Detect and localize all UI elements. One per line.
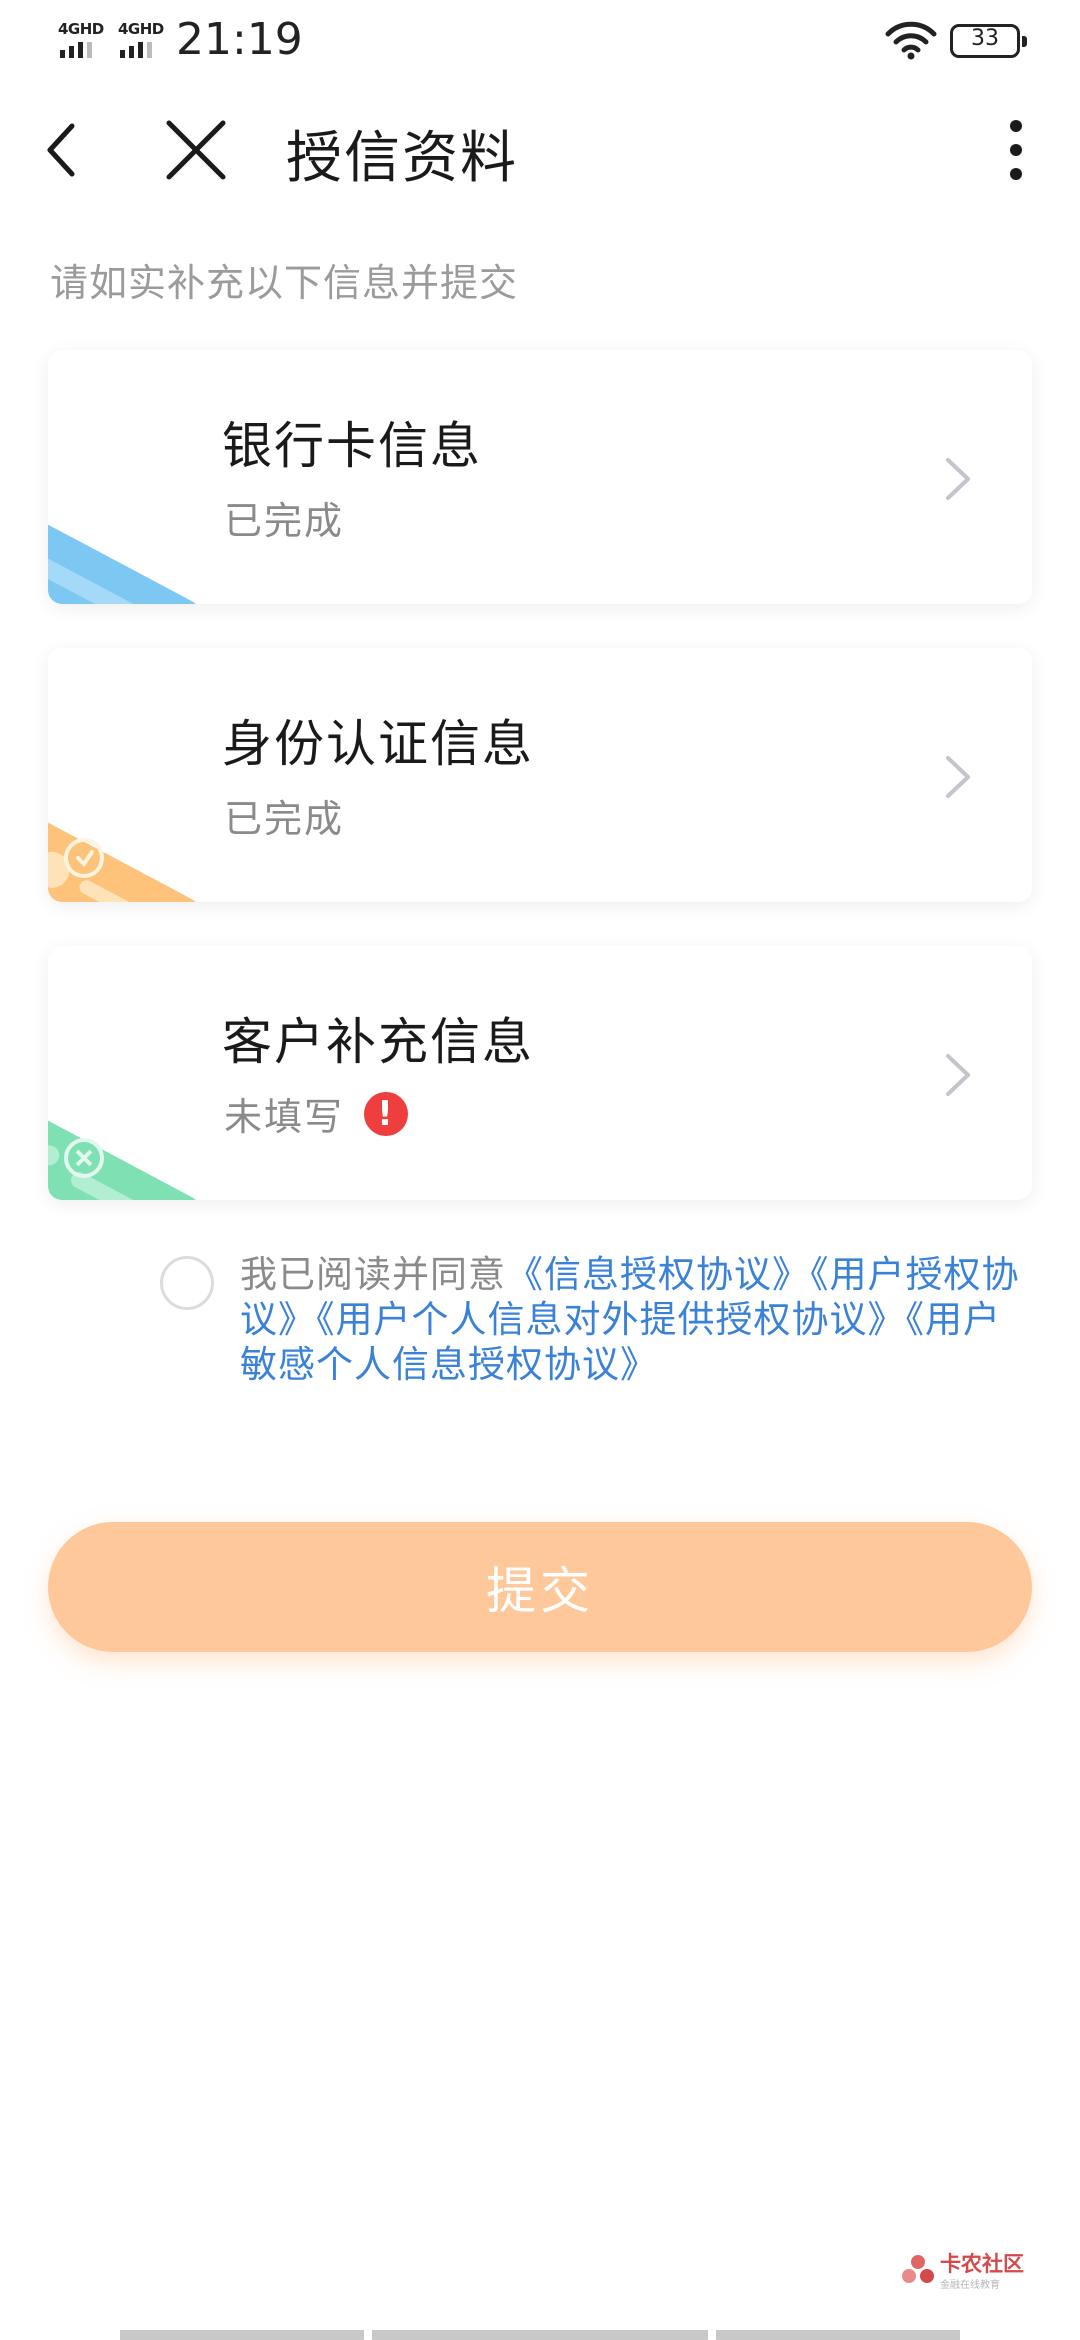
more-vertical-icon <box>1010 120 1022 180</box>
sim1-network-label: 4GHD <box>58 20 104 38</box>
watermark-logo-icon <box>902 2255 934 2283</box>
chevron-right-icon <box>946 1054 970 1096</box>
id-card-icon <box>48 816 198 902</box>
agreement-text: 我已阅读并同意《信息授权协议》《用户授权协议》《用户个人信息对外提供授权协议》《… <box>240 1252 1020 1387</box>
supplement-card-icon <box>48 1114 198 1200</box>
nav-bar: 授信资料 <box>0 90 1080 210</box>
link-info-authorization[interactable]: 《信息授权协议》 <box>506 1253 810 1296</box>
page-title: 授信资料 <box>286 126 518 191</box>
chevron-right-icon <box>946 756 970 798</box>
card-title: 客户补充信息 <box>222 1013 534 1071</box>
agreement-checkbox[interactable] <box>160 1256 214 1310</box>
close-button[interactable] <box>156 110 236 190</box>
status-time: 21:19 <box>176 14 303 65</box>
more-button[interactable] <box>976 110 1056 190</box>
warning-icon: ! <box>364 1091 409 1136</box>
card-bank-info[interactable]: 银行卡信息 已完成 <box>48 350 1032 604</box>
wifi-icon <box>885 21 937 60</box>
sim2-signal-icon: 4GHD <box>118 20 166 60</box>
battery-level: 33 <box>971 26 999 51</box>
back-arrow-icon <box>47 123 75 177</box>
sim1-signal-icon: 4GHD <box>58 20 106 60</box>
back-button[interactable] <box>22 110 102 190</box>
card-title: 银行卡信息 <box>222 417 482 475</box>
battery-icon: 33 <box>950 24 1027 58</box>
watermark-name: 卡农社区 <box>940 2252 1024 2276</box>
link-personal-info-sharing[interactable]: 《用户个人信息对外提供授权协议》 <box>316 1298 906 1341</box>
card-status-text: 已完成 <box>224 797 345 841</box>
card-supplement-info[interactable]: 客户补充信息 未填写 ! <box>48 946 1032 1200</box>
card-title: 身份认证信息 <box>222 715 534 773</box>
chevron-right-icon <box>946 458 970 500</box>
home-indicator <box>372 2330 708 2340</box>
status-bar: 4GHD 4GHD 21:19 33 <box>0 0 1080 90</box>
home-indicator <box>120 2330 364 2340</box>
card-status-text: 未填写 <box>224 1095 345 1139</box>
card-status: 已完成 <box>224 490 344 545</box>
bank-card-icon <box>48 518 198 604</box>
watermark-sub: 金融在线教育 <box>940 2280 1000 2291</box>
agreement-prefix: 我已阅读并同意 <box>240 1253 506 1296</box>
card-identity-info[interactable]: 身份认证信息 已完成 <box>48 648 1032 902</box>
card-status: 已完成 <box>224 788 344 843</box>
close-icon <box>166 120 226 180</box>
sim2-network-label: 4GHD <box>118 20 164 38</box>
watermark: 卡农社区 金融在线教育 <box>896 2246 1036 2296</box>
card-status-text: 已完成 <box>224 499 345 543</box>
submit-button[interactable]: 提交 <box>48 1522 1032 1652</box>
instruction-hint: 请如实补充以下信息并提交 <box>50 261 519 305</box>
home-indicator <box>716 2330 960 2340</box>
card-status: 未填写 ! <box>224 1086 409 1141</box>
